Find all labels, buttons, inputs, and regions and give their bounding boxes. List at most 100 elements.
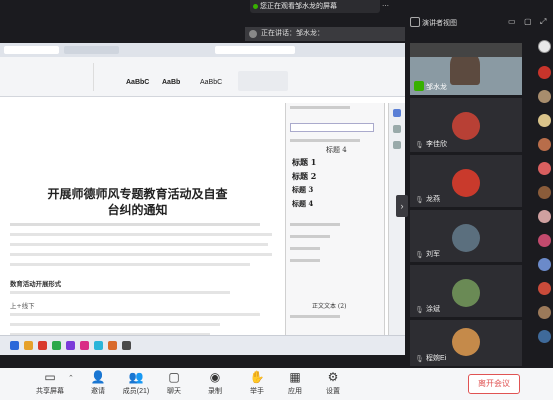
style-heading-3[interactable]: 标题 3 (292, 185, 313, 195)
expand-icon[interactable]: ⤢ (540, 17, 546, 27)
participant-avatar (452, 328, 480, 356)
app-icon[interactable] (94, 341, 103, 350)
participant-tile[interactable]: 🎙 李佳欣 (410, 98, 522, 152)
tool-icon[interactable] (393, 125, 401, 133)
document-tab-active[interactable] (215, 46, 295, 54)
style-normal[interactable]: AaBbC (126, 79, 149, 86)
view-mode-label[interactable]: 演讲者视图 (422, 18, 457, 28)
participant-thumb[interactable] (538, 282, 551, 295)
participant-thumb[interactable] (538, 306, 551, 319)
participant-thumb[interactable] (538, 114, 551, 127)
share-screen-button[interactable]: ▭ 共享屏幕 (30, 370, 70, 396)
document-page: 开展师德师风专题教育活动及自查 台纠的通知 数育活动开展形式 上+线下 (0, 103, 280, 338)
video-backdrop (410, 43, 522, 57)
document-tab[interactable] (4, 46, 59, 54)
app-icon[interactable] (122, 341, 131, 350)
apps-icon: ▦ (289, 370, 301, 384)
members-button[interactable]: 👥 成员(21) (116, 370, 156, 396)
participant-avatar (452, 224, 480, 252)
mic-icon: 🎙 (415, 356, 424, 363)
participant-tile[interactable]: 🎙 刘军 (410, 210, 522, 262)
participant-thumb[interactable] (538, 330, 551, 343)
apps-button[interactable]: ▦ 应用 (275, 370, 315, 396)
start-icon[interactable] (10, 341, 19, 350)
app-icon[interactable] (24, 341, 33, 350)
screen-share-banner: 您正在观看邹水龙的屏幕 (250, 0, 380, 13)
style-heading1[interactable]: AaBb (162, 79, 180, 86)
style-heading-2[interactable]: 标题 2 (292, 171, 316, 182)
tool-icon[interactable] (393, 141, 401, 149)
settings-label: 设置 (326, 388, 340, 395)
doc-heading: 数育活动开展形式 (10, 280, 62, 288)
leave-meeting-button[interactable]: 离开会议 (468, 374, 520, 394)
app-icon[interactable] (52, 341, 61, 350)
more-icon[interactable]: ⋯ (382, 2, 392, 11)
participant-thumb[interactable] (538, 186, 551, 199)
participant-avatar (452, 112, 480, 140)
style-normal-text[interactable]: 正文文本 (2) (312, 301, 346, 310)
participant-thumb[interactable] (538, 210, 551, 223)
doc-title-line2: 台纠的通知 (107, 203, 168, 217)
participant-thumb[interactable] (538, 138, 551, 151)
participant-avatar (452, 169, 480, 197)
grid-icon[interactable] (410, 17, 420, 27)
screen-share-banner-text: 您正在观看邹水龙的屏幕 (260, 3, 337, 10)
invite-label: 邀请 (91, 388, 105, 395)
app-icon[interactable] (38, 341, 47, 350)
chat-button[interactable]: ▢ 聊天 (154, 370, 194, 396)
app-icon[interactable] (66, 341, 75, 350)
tool-icon[interactable] (393, 109, 401, 117)
settings-button[interactable]: ⚙ 设置 (313, 370, 353, 396)
speaking-icon (414, 81, 424, 91)
window-minimize-icon[interactable]: ▭ (508, 17, 516, 26)
participant-name: 刘军 (426, 251, 440, 258)
clipboard-group (4, 63, 94, 91)
word-ribbon: AaBbC AaBb AaBbC (0, 57, 405, 97)
share-screen-icon: ▭ (44, 370, 56, 384)
record-icon: ◉ (209, 370, 221, 384)
participant-thumb[interactable] (538, 66, 551, 79)
participant-thumb[interactable] (538, 90, 551, 103)
participant-tile[interactable]: 邹水龙 (410, 43, 522, 95)
os-taskbar (0, 335, 405, 355)
word-tab-bar (0, 43, 405, 57)
collapse-panel-icon[interactable]: › (396, 195, 408, 217)
speaking-indicator: 正在讲话：邹水龙： (245, 27, 405, 41)
ribbon-tools[interactable] (238, 71, 288, 91)
participant-name: 程婉Ei (426, 355, 447, 362)
document-tab[interactable] (64, 46, 119, 54)
apps-label: 应用 (288, 388, 302, 395)
participant-avatar (452, 279, 480, 307)
invite-button[interactable]: 👤 邀请 (78, 370, 118, 396)
window-maximize-icon[interactable]: ▢ (524, 17, 532, 26)
speaker-avatar (249, 30, 257, 38)
participant-thumb[interactable] (538, 162, 551, 175)
style-heading2[interactable]: AaBbC (200, 79, 222, 86)
participant-name: 龙燕 (426, 196, 440, 203)
shared-screen: AaBbC AaBb AaBbC 开展师德师风专题教育活动及自查 台纠的通知 数… (0, 43, 405, 355)
style-search-box[interactable] (290, 123, 374, 132)
doc-title-line1: 开展师德师风专题教育活动及自查 (47, 187, 228, 201)
view-controls: 演讲者视图 ▭ ▢ ⤢ (410, 17, 553, 33)
participant-thumb[interactable] (538, 234, 551, 247)
participant-thumb[interactable] (538, 40, 551, 53)
app-icon[interactable] (108, 341, 117, 350)
participant-tile[interactable]: 🎙 程婉Ei (410, 320, 522, 366)
record-button[interactable]: ◉ 录制 (195, 370, 235, 396)
live-indicator-icon (253, 4, 258, 9)
mic-icon: 🎙 (415, 307, 424, 314)
settings-icon: ⚙ (327, 370, 339, 384)
participant-tile[interactable]: 🎙 龙燕 (410, 155, 522, 207)
raise-hand-button[interactable]: ✋ 举手 (237, 370, 277, 396)
share-options-chevron-icon[interactable]: ⌃ (68, 374, 74, 382)
participant-thumb[interactable] (538, 258, 551, 271)
participant-tile[interactable]: 🎙 涂斌 (410, 265, 522, 317)
current-style: 标题 4 (326, 146, 347, 154)
members-label: 成员(21) (122, 388, 150, 395)
app-icon[interactable] (80, 341, 89, 350)
meeting-window: 您正在观看邹水龙的屏幕 ⋯ 演讲者视图 ▭ ▢ ⤢ 正在讲话：邹水龙： AaBb… (0, 0, 553, 400)
mic-off-icon: 🎙 (415, 142, 424, 149)
raise-hand-icon: ✋ (249, 370, 265, 384)
style-heading-4[interactable]: 标题 4 (292, 199, 313, 209)
style-heading-1[interactable]: 标题 1 (292, 157, 316, 168)
